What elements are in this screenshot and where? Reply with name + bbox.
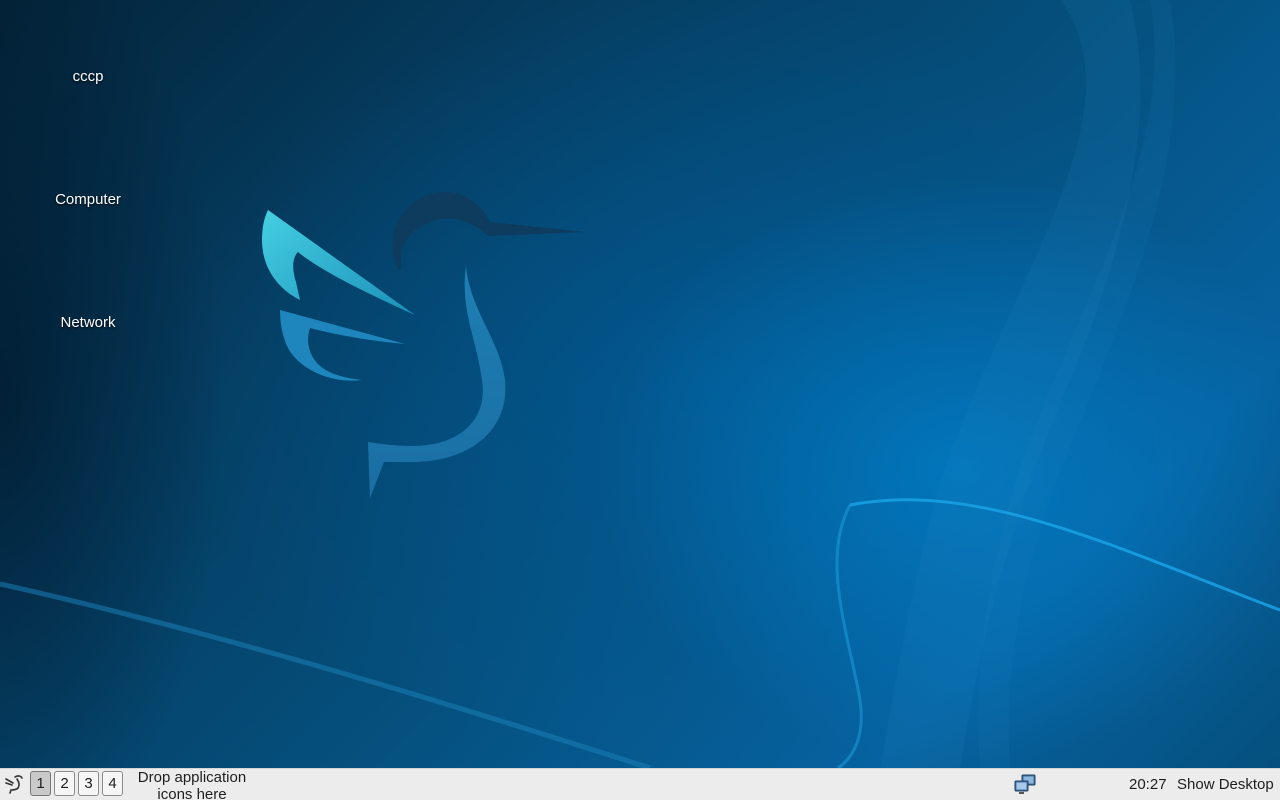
desktop-icon-label: Network [60, 314, 116, 331]
desktop[interactable]: cccp Computer Network [0, 0, 1280, 768]
dove-logo-icon [5, 775, 23, 794]
start-menu-button[interactable] [2, 771, 26, 797]
desktop-icon-label: cccp [72, 68, 104, 85]
workspace-button-1[interactable]: 1 [30, 771, 51, 796]
desktop-icon-network[interactable]: Network [18, 314, 158, 331]
desktop-icon-label: Computer [55, 191, 121, 208]
launcher-drop-zone[interactable]: Drop application icons here [134, 769, 250, 803]
taskbar: 1 2 3 4 Drop application icons here 20:2… [0, 768, 1280, 803]
desktop-icon-computer[interactable]: Computer [18, 191, 158, 208]
workspace-button-4[interactable]: 4 [102, 771, 123, 796]
network-status-icon [1014, 774, 1036, 794]
workspace-pager: 1 2 3 4 [30, 771, 123, 796]
clock[interactable]: 20:27 [1129, 776, 1167, 793]
workspace-button-2[interactable]: 2 [54, 771, 75, 796]
workspace-button-3[interactable]: 3 [78, 771, 99, 796]
bird-logo-art [262, 191, 584, 498]
desktop-icon-cccp[interactable]: cccp [18, 68, 158, 85]
network-tray-button[interactable] [1013, 774, 1037, 796]
wallpaper-art [0, 0, 1280, 768]
show-desktop-button[interactable]: Show Desktop [1177, 776, 1274, 793]
